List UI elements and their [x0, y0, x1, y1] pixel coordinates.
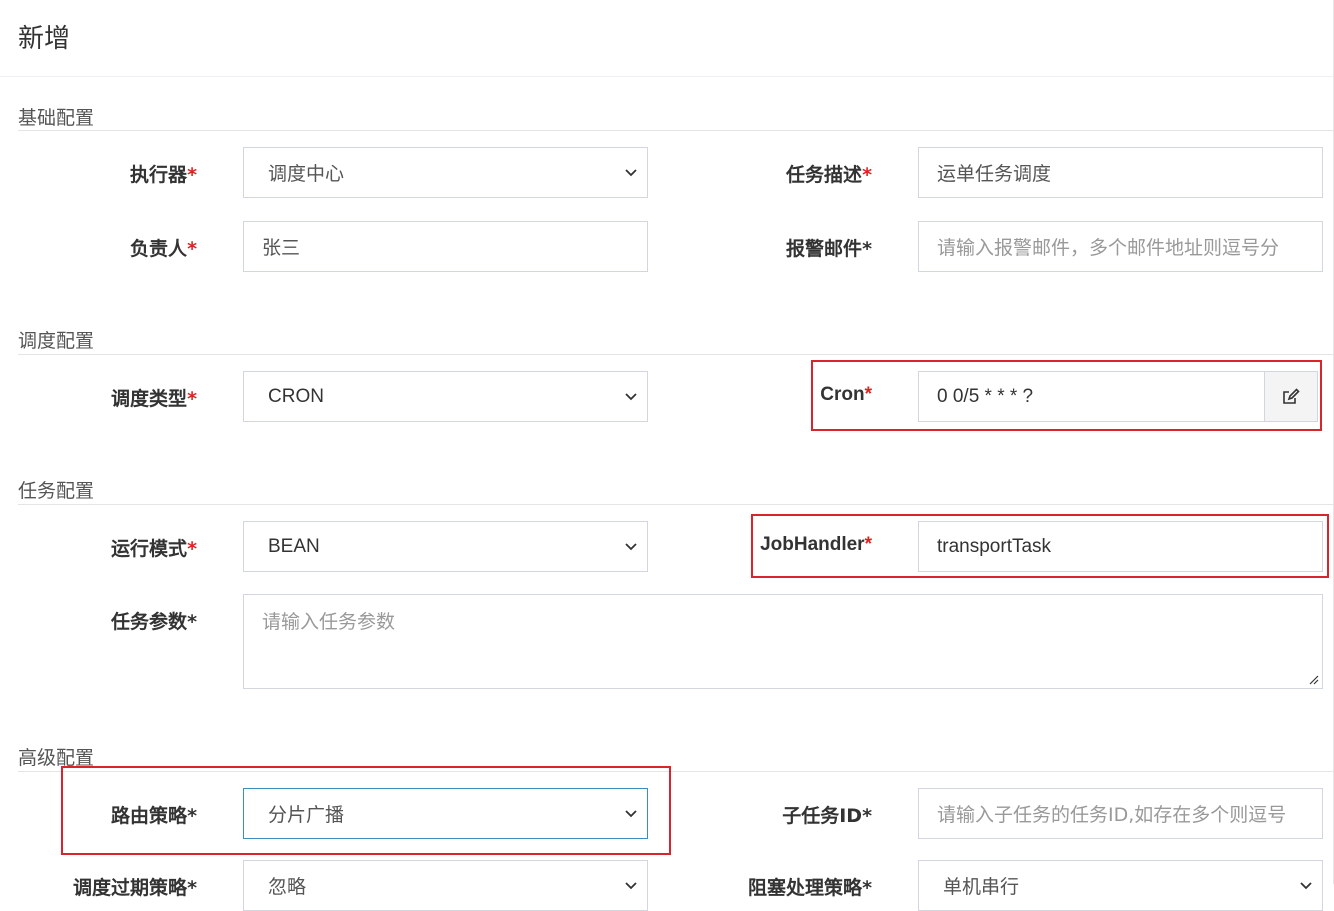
executor-label: 执行器*	[130, 164, 197, 186]
chevron-down-icon	[625, 809, 637, 817]
chevron-down-icon	[625, 392, 637, 400]
misfire-strategy-value: 忽略	[268, 876, 307, 898]
description-input[interactable]: 运单任务调度	[918, 147, 1323, 198]
jobhandler-label: JobHandler*	[760, 534, 872, 555]
run-mode-value: BEAN	[268, 535, 320, 557]
run-mode-label: 运行模式*	[111, 538, 197, 560]
header-divider	[0, 76, 1334, 77]
misfire-strategy-label: 调度过期策略*	[73, 877, 197, 899]
chevron-down-icon	[1300, 881, 1312, 889]
owner-value: 张三	[262, 237, 301, 259]
misfire-strategy-select[interactable]: 忽略	[243, 860, 648, 911]
run-mode-select[interactable]: BEAN	[243, 521, 648, 572]
task-params-textarea[interactable]: 请输入任务参数	[243, 594, 1323, 689]
resize-grip-icon[interactable]	[1307, 673, 1319, 685]
owner-input[interactable]: 张三	[243, 221, 648, 272]
child-task-label: 子任务ID*	[782, 805, 872, 827]
page-title: 新增	[18, 24, 71, 54]
child-task-input[interactable]: 请输入子任务的任务ID,如存在多个则逗号	[918, 788, 1323, 839]
owner-label: 负责人*	[130, 238, 197, 260]
executor-value: 调度中心	[268, 163, 345, 185]
route-strategy-select[interactable]: 分片广播	[243, 788, 648, 839]
alarm-email-label: 报警邮件*	[786, 238, 872, 260]
description-value: 运单任务调度	[937, 163, 1052, 185]
route-strategy-value: 分片广播	[268, 804, 345, 826]
task-params-placeholder: 请输入任务参数	[262, 611, 396, 633]
alarm-email-input[interactable]: 请输入报警邮件，多个邮件地址则逗号分	[918, 221, 1323, 272]
cron-label: Cron*	[820, 384, 872, 405]
chevron-down-icon	[625, 881, 637, 889]
child-task-placeholder: 请输入子任务的任务ID,如存在多个则逗号	[937, 804, 1287, 826]
chevron-down-icon	[625, 168, 637, 176]
cron-value: 0 0/5 * * * ?	[937, 385, 1034, 407]
schedule-type-value: CRON	[268, 385, 324, 407]
edit-icon	[1283, 387, 1300, 404]
chevron-down-icon	[625, 542, 637, 550]
route-strategy-label: 路由策略*	[111, 805, 197, 827]
section-basic: 基础配置	[18, 107, 95, 129]
executor-select[interactable]: 调度中心	[243, 147, 648, 198]
section-divider	[18, 504, 1334, 505]
section-schedule: 调度配置	[18, 330, 95, 352]
section-divider	[18, 354, 1334, 355]
block-strategy-label: 阻塞处理策略*	[748, 877, 872, 899]
cron-edit-button[interactable]	[1264, 371, 1318, 422]
schedule-type-label: 调度类型*	[111, 388, 197, 410]
block-strategy-value: 单机串行	[943, 876, 1020, 898]
section-task: 任务配置	[18, 480, 95, 502]
block-strategy-select[interactable]: 单机串行	[918, 860, 1323, 911]
task-params-label: 任务参数*	[111, 611, 197, 633]
alarm-email-placeholder: 请输入报警邮件，多个邮件地址则逗号分	[937, 237, 1280, 259]
section-divider	[18, 130, 1334, 131]
cron-input[interactable]: 0 0/5 * * * ?	[918, 371, 1265, 422]
schedule-type-select[interactable]: CRON	[243, 371, 648, 422]
jobhandler-input[interactable]: transportTask	[918, 521, 1323, 572]
jobhandler-value: transportTask	[937, 535, 1052, 557]
description-label: 任务描述*	[786, 164, 872, 186]
